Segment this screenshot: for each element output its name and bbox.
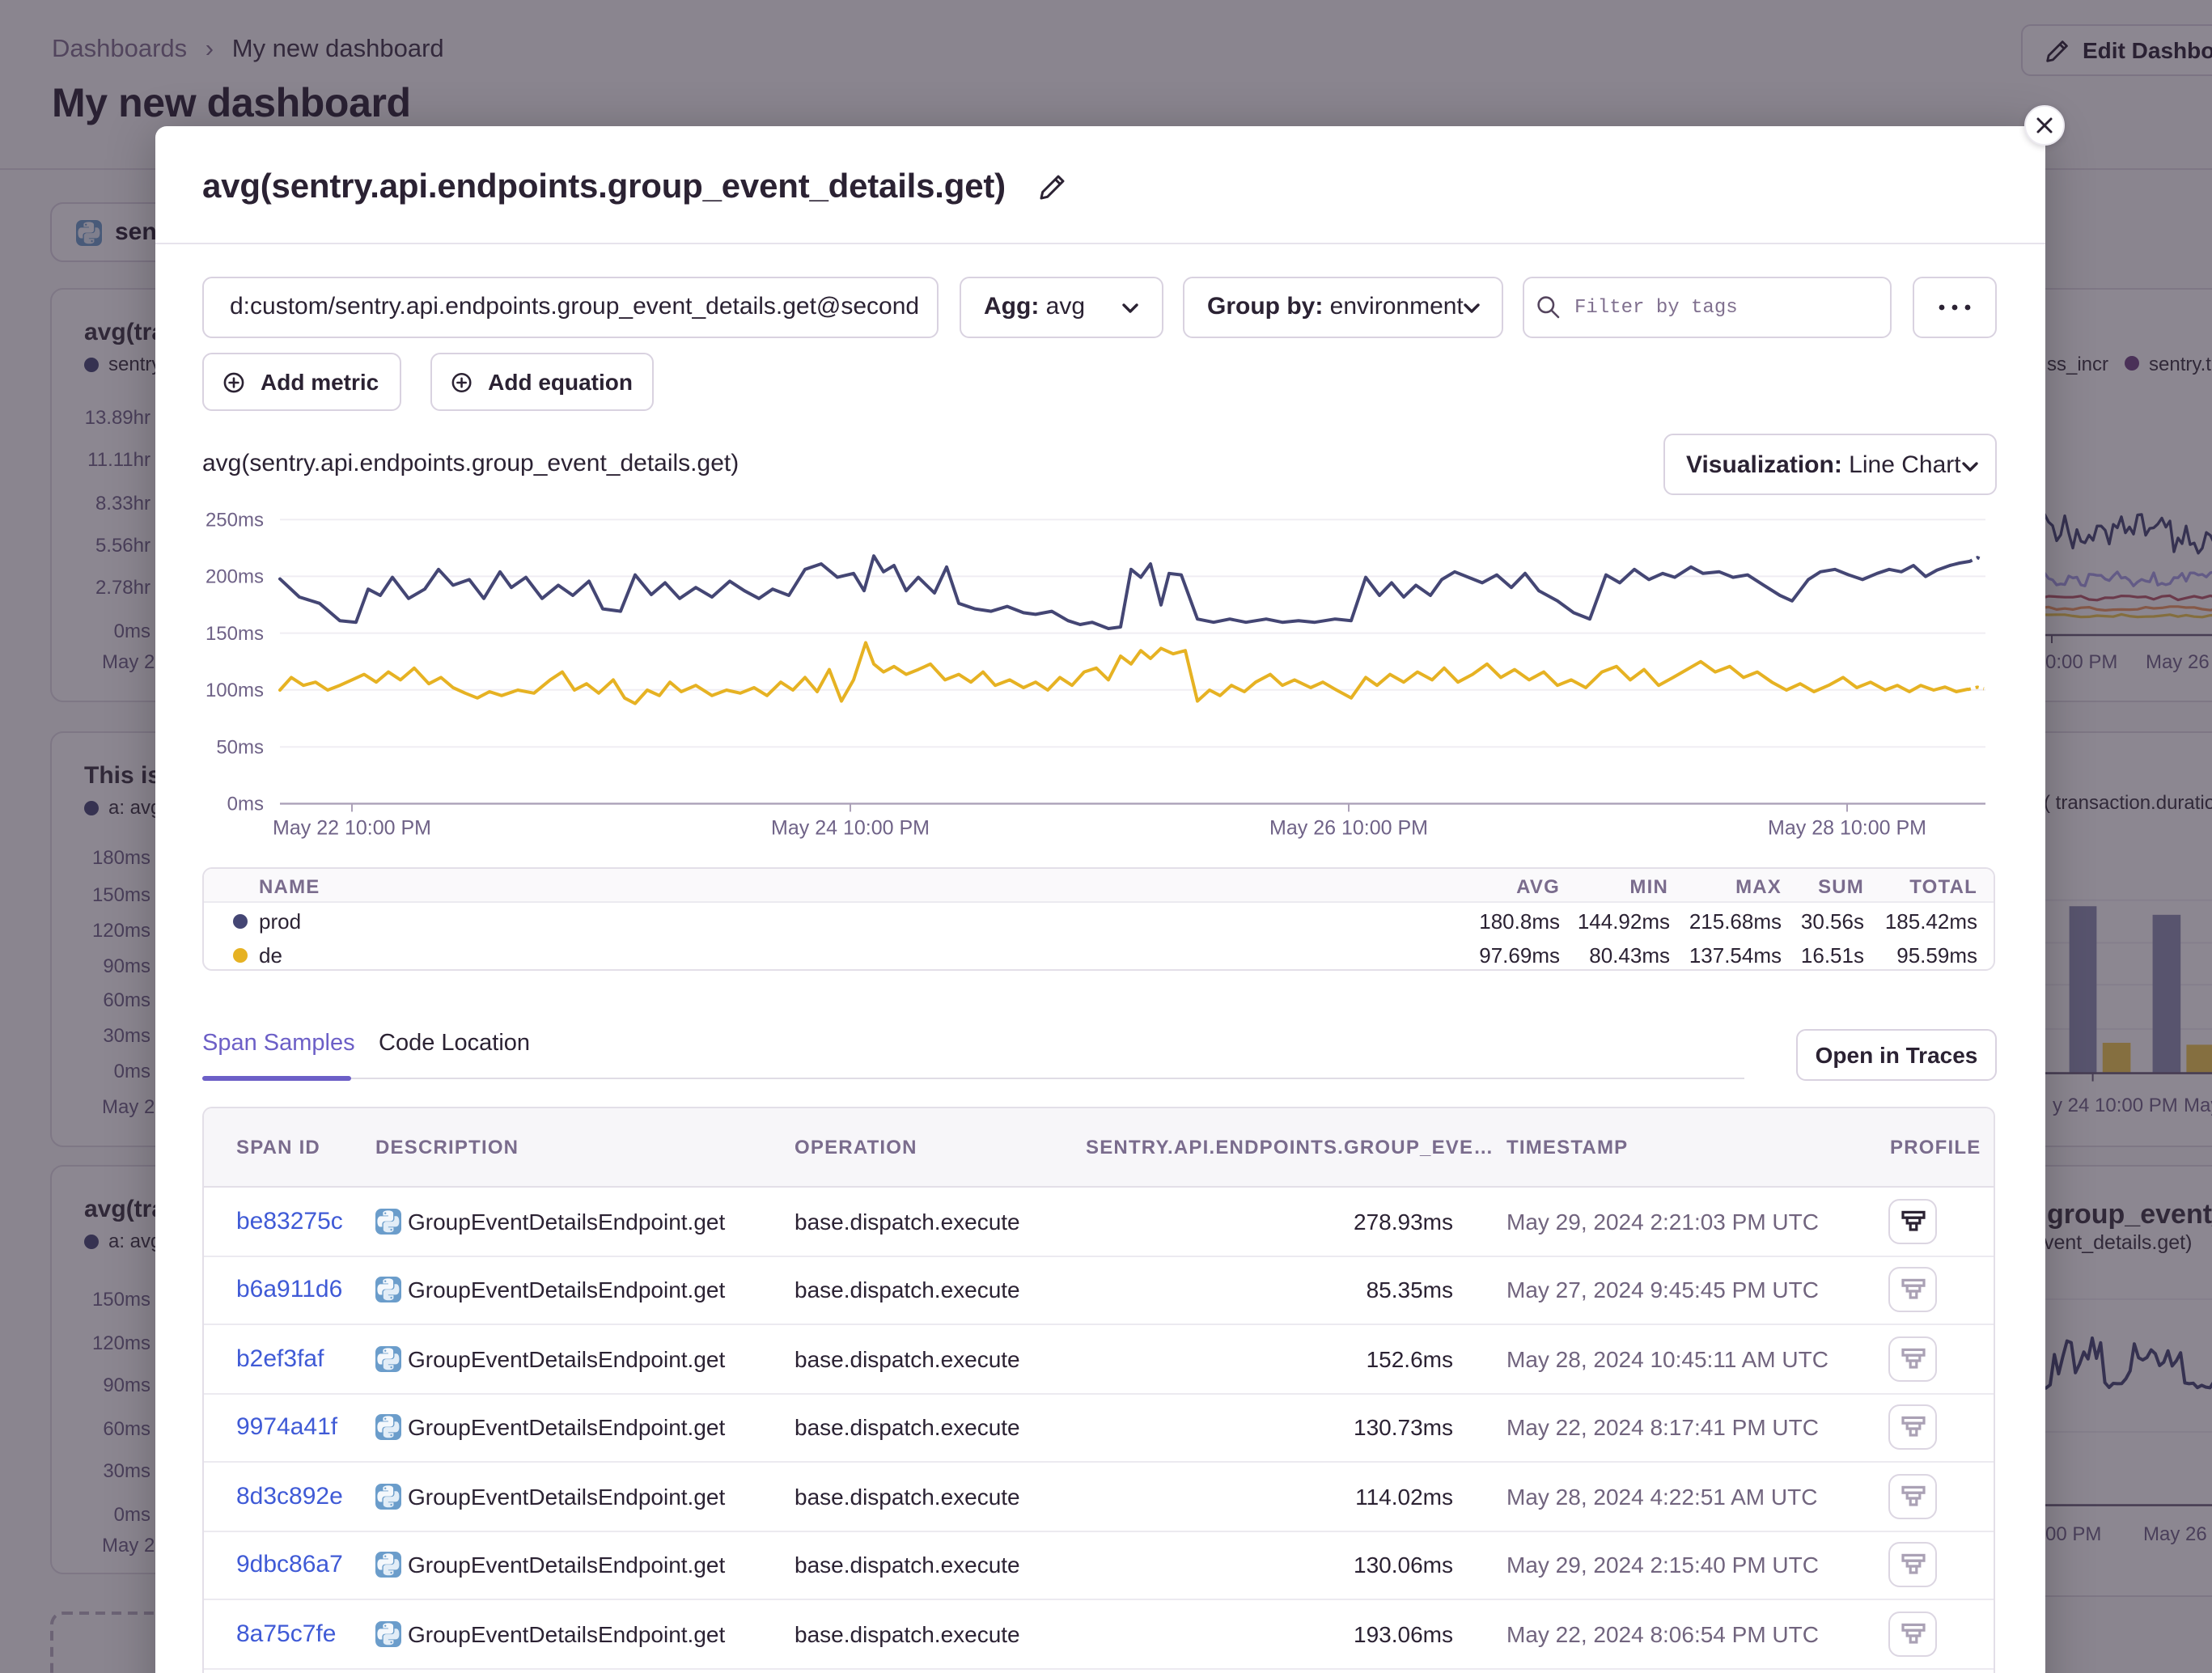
svg-text:May 26 10:00 PM: May 26 10:00 PM: [1269, 817, 1428, 840]
svg-text:0ms: 0ms: [227, 794, 264, 815]
svg-text:May 22 10:00 PM: May 22 10:00 PM: [273, 817, 431, 840]
svg-text:250ms: 250ms: [206, 510, 264, 532]
svg-text:200ms: 200ms: [206, 566, 264, 588]
svg-text:150ms: 150ms: [206, 623, 264, 645]
svg-text:50ms: 50ms: [216, 737, 264, 759]
svg-text:May 24 10:00 PM: May 24 10:00 PM: [771, 817, 930, 840]
svg-text:100ms: 100ms: [206, 680, 264, 701]
svg-text:May 28 10:00 PM: May 28 10:00 PM: [1768, 817, 1926, 840]
